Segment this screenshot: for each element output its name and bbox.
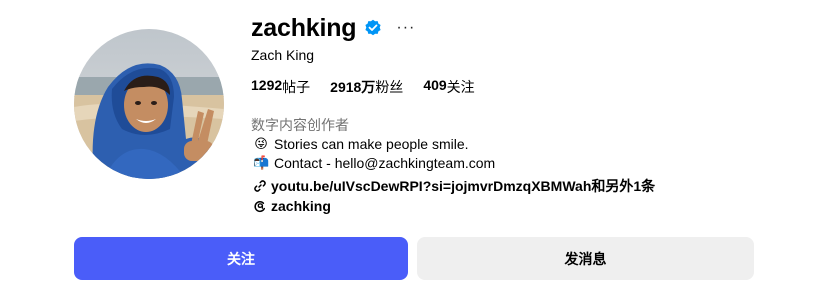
bio-text: Contact - hello@zachkingteam.com xyxy=(274,155,496,171)
category-label: 数字内容创作者 xyxy=(251,117,349,133)
bio-line: 📬 Contact - hello@zachkingteam.com xyxy=(253,155,495,171)
threads-icon xyxy=(254,201,266,213)
avatar[interactable] xyxy=(74,29,224,179)
stat-followers-label: 粉丝 xyxy=(375,79,404,95)
stat-following-label: 关注 xyxy=(446,79,475,95)
bio-line: 😜 Stories can make people smile. xyxy=(253,136,469,152)
link-icon xyxy=(254,180,266,192)
stat-followers-value: 2918万 xyxy=(330,79,376,95)
username: zachking xyxy=(251,13,357,42)
stat-posts[interactable]: 1292 帖子 xyxy=(251,77,310,97)
bio-text: Stories can make people smile. xyxy=(274,136,469,152)
winking-tongue-emoji-icon: 😜 xyxy=(254,136,268,151)
avatar-image xyxy=(74,29,224,179)
profile-stats: 1292 帖子 2918万 粉丝 409 关注 xyxy=(251,77,475,97)
stat-following-value: 409 xyxy=(423,77,447,93)
full-name: Zach King xyxy=(251,47,315,63)
username-row: zachking ··· xyxy=(251,12,415,44)
message-button[interactable]: 发消息 xyxy=(417,237,754,280)
mailbox-emoji-icon: 📬 xyxy=(253,155,270,170)
stat-posts-label: 帖子 xyxy=(282,79,311,95)
verified-badge-icon xyxy=(364,19,382,37)
threads-handle: zachking xyxy=(271,198,331,214)
more-options-icon[interactable]: ··· xyxy=(396,20,415,36)
external-link[interactable]: youtu.be/uIVscDewRPI?si=jojmvrDmzqXBMWah… xyxy=(253,176,655,196)
follow-button[interactable]: 关注 xyxy=(74,237,408,280)
stat-posts-value: 1292 xyxy=(251,77,283,93)
threads-link[interactable]: zachking xyxy=(253,198,331,214)
stat-followers[interactable]: 2918万 粉丝 xyxy=(330,77,403,97)
stat-following[interactable]: 409 关注 xyxy=(423,77,474,97)
external-link-text: youtu.be/uIVscDewRPI?si=jojmvrDmzqXBMWah… xyxy=(271,178,656,194)
